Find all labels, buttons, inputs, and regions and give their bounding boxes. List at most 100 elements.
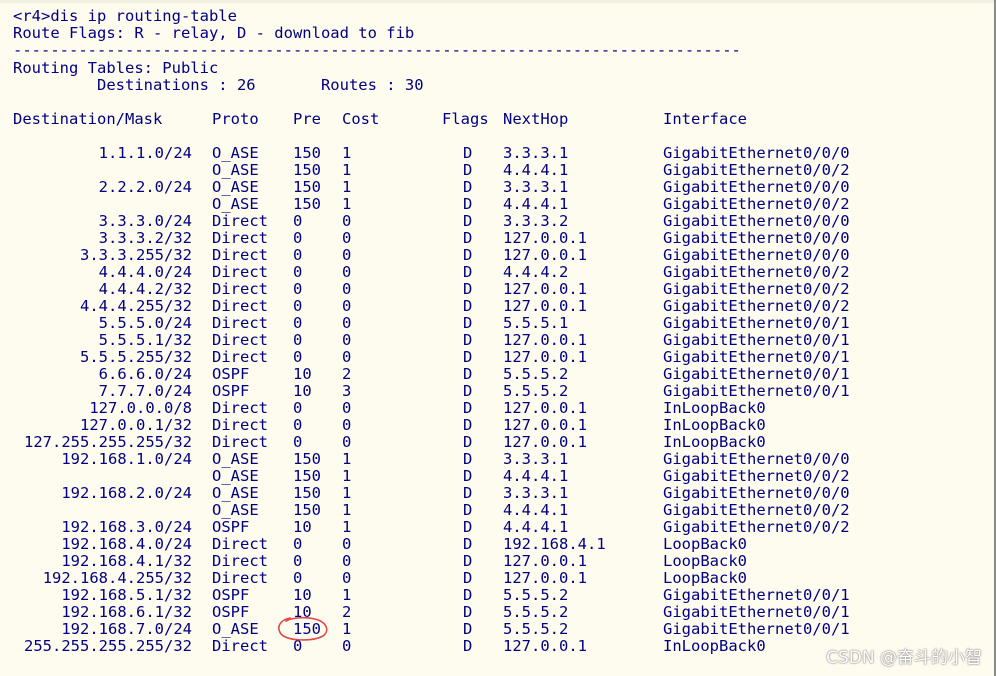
table-row: 5.5.5.0/24 Direct 0 0 D 5.5.5.1 GigabitEtherne… [0, 315, 990, 332]
route-preference: 10 [293, 586, 312, 604]
route-flags: D [463, 365, 473, 383]
route-proto: O_ASE [212, 620, 259, 638]
route-preference: 0 [293, 229, 303, 247]
route-interface: InLoopBack0 [663, 637, 766, 655]
route-proto: OSPF [212, 382, 250, 400]
route-flags: D [463, 501, 473, 519]
route-flags: D [463, 144, 473, 162]
route-destination: 192.168.6.1/32 [61, 603, 192, 621]
route-proto: Direct [212, 297, 268, 315]
route-preference: 0 [293, 535, 303, 553]
table-row: 6.6.6.0/24 OSPF 10 2 D 5.5.5.2 GigabitEthernet… [0, 366, 990, 383]
route-nexthop: 4.4.4.1 [503, 195, 569, 213]
route-flags: D [463, 280, 473, 298]
table-row: 192.168.7.0/24 O_ASE 150 1 D 5.5.5.2 GigabitEt… [0, 621, 990, 638]
route-preference: 150 [293, 144, 321, 162]
route-preference: 0 [293, 331, 303, 349]
route-interface: InLoopBack0 [663, 399, 766, 417]
route-cost: 0 [342, 246, 352, 264]
route-preference: 0 [293, 314, 303, 332]
header-cost: Cost [342, 110, 380, 128]
table-row: O_ASE 150 1 D 4.4.4.1 GigabitEthernet0/0/2 [0, 196, 990, 213]
route-flags: D [463, 382, 473, 400]
table-row: 192.168.4.0/24 Direct 0 0 D 192.168.4.1 LoopBa… [0, 536, 990, 553]
route-flags: D [463, 297, 473, 315]
route-nexthop: 127.0.0.1 [503, 416, 587, 434]
route-interface: GigabitEthernet0/0/0 [663, 484, 850, 502]
route-nexthop: 127.0.0.1 [503, 297, 587, 315]
route-proto: OSPF [212, 603, 250, 621]
route-nexthop: 127.0.0.1 [503, 280, 587, 298]
table-row: 2.2.2.0/24 O_ASE 150 1 D 3.3.3.1 GigabitEthern… [0, 179, 990, 196]
route-interface: GigabitEthernet0/0/1 [663, 365, 850, 383]
route-nexthop: 5.5.5.2 [503, 620, 569, 638]
route-cost: 1 [342, 620, 352, 638]
route-cost: 0 [342, 280, 352, 298]
route-proto: Direct [212, 229, 268, 247]
route-interface: GigabitEthernet0/0/2 [663, 161, 850, 179]
route-destination: 4.4.4.0/24 [98, 263, 192, 281]
table-row: 1.1.1.0/24 O_ASE 150 1 D 3.3.3.1 GigabitEthern… [0, 145, 990, 162]
separator-line: ----------------------------------------… [13, 41, 741, 59]
route-nexthop: 3.3.3.2 [503, 212, 569, 230]
routes-summary: Destinations : 26 Routes : 30 [13, 76, 424, 94]
route-flags: D [463, 450, 473, 468]
route-nexthop: 127.0.0.1 [503, 246, 587, 264]
route-nexthop: 5.5.5.2 [503, 603, 569, 621]
route-destination: 6.6.6.0/24 [98, 365, 192, 383]
route-preference: 0 [293, 297, 303, 315]
route-flags: D [463, 433, 473, 451]
route-proto: Direct [212, 331, 268, 349]
route-destination: 192.168.5.1/32 [61, 586, 192, 604]
route-nexthop: 3.3.3.1 [503, 144, 569, 162]
route-destination: 192.168.2.0/24 [61, 484, 192, 502]
route-proto: O_ASE [212, 484, 259, 502]
route-proto: Direct [212, 399, 268, 417]
route-nexthop: 127.0.0.1 [503, 331, 587, 349]
route-preference: 0 [293, 433, 303, 451]
route-cost: 0 [342, 535, 352, 553]
route-interface: GigabitEthernet0/0/2 [663, 280, 850, 298]
route-flags: D [463, 535, 473, 553]
route-destination: 192.168.1.0/24 [61, 450, 192, 468]
route-nexthop: 4.4.4.1 [503, 467, 569, 485]
route-interface: GigabitEthernet0/0/1 [663, 331, 850, 349]
table-row: 127.255.255.255/32 Direct 0 0 D 127.0.0.1 InLo… [0, 434, 990, 451]
route-proto: Direct [212, 569, 268, 587]
route-preference: 150 [293, 501, 321, 519]
route-preference: 0 [293, 637, 303, 655]
route-cost: 1 [342, 144, 352, 162]
route-cost: 0 [342, 637, 352, 655]
route-cost: 2 [342, 603, 352, 621]
route-destination: 3.3.3.2/32 [98, 229, 192, 247]
route-nexthop: 5.5.5.2 [503, 382, 569, 400]
route-flags: D [463, 586, 473, 604]
route-destination: 255.255.255.255/32 [24, 637, 192, 655]
top-edge [0, 0, 994, 3]
header-pre: Pre [293, 110, 321, 128]
route-interface: LoopBack0 [663, 552, 747, 570]
terminal-window[interactable]: <r4>dis ip routing-table Route Flags: R … [0, 0, 996, 676]
route-flags: D [463, 467, 473, 485]
table-row: 192.168.4.1/32 Direct 0 0 D 127.0.0.1 LoopBack… [0, 553, 990, 570]
route-preference: 0 [293, 212, 303, 230]
route-interface: LoopBack0 [663, 569, 747, 587]
route-interface: InLoopBack0 [663, 416, 766, 434]
route-cost: 0 [342, 297, 352, 315]
route-interface: GigabitEthernet0/0/1 [663, 382, 850, 400]
route-flags: D [463, 416, 473, 434]
route-interface: GigabitEthernet0/0/2 [663, 501, 850, 519]
route-flags: D [463, 603, 473, 621]
route-cost: 1 [342, 586, 352, 604]
route-flags: D [463, 195, 473, 213]
route-nexthop: 127.0.0.1 [503, 569, 587, 587]
route-cost: 1 [342, 178, 352, 196]
route-flags: D [463, 518, 473, 536]
route-preference: 150 [293, 620, 321, 638]
route-proto: O_ASE [212, 178, 259, 196]
route-preference: 0 [293, 280, 303, 298]
route-flags: D [463, 229, 473, 247]
route-cost: 1 [342, 195, 352, 213]
route-preference: 0 [293, 246, 303, 264]
route-proto: O_ASE [212, 144, 259, 162]
